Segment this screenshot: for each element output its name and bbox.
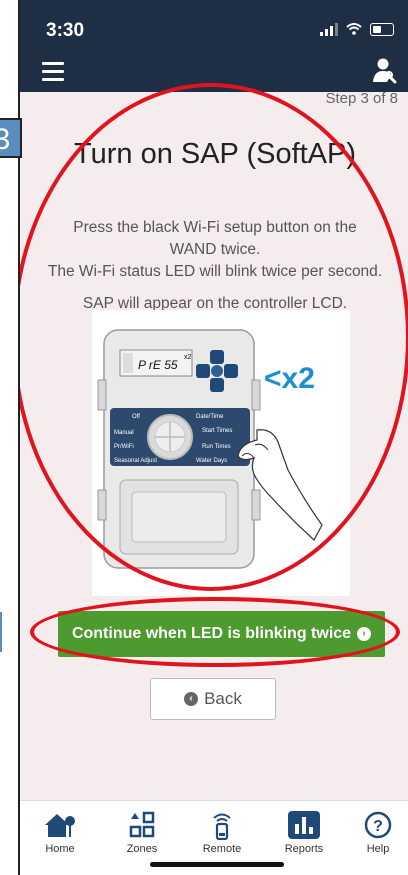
hamburger-icon[interactable]: [42, 62, 64, 86]
signal-icon: [320, 22, 338, 36]
dial-label-wifi: Pr/WiFi: [114, 444, 134, 450]
right-label-water: Water Days: [196, 458, 227, 464]
nav-item-help[interactable]: ? Help: [348, 809, 408, 855]
side-mark: [0, 612, 2, 652]
chevron-left-circle-icon: ‹: [184, 692, 199, 706]
instruction-line-2: The Wi-Fi status LED will blink twice pe…: [47, 263, 383, 280]
nav-label-zones: Zones: [126, 843, 158, 855]
step-indicator: Step 3 of 8: [325, 90, 398, 107]
help-icon: ?: [364, 811, 392, 839]
right-label-start: Start Times: [202, 428, 232, 434]
svg-text:?: ?: [373, 818, 383, 835]
app-screen: 3:30 Step 3 of 8 Turn on SAP (SoftAP) Pr…: [18, 0, 408, 875]
continue-button-label: Continue when LED is blinking twice: [71, 625, 352, 642]
nav-item-zones[interactable]: Zones: [112, 809, 172, 855]
zones-icon: [129, 811, 155, 838]
chevron-right-circle-icon: ›: [357, 627, 372, 641]
nav-label-home: Home: [45, 843, 75, 855]
back-button-label: Back: [204, 689, 242, 708]
page-title: Turn on SAP (SoftAP): [73, 138, 357, 170]
home-icon: [45, 814, 75, 837]
dial-label-manual: Manual: [114, 430, 134, 436]
dial-label-seasonal: Seasonal Adjust: [114, 458, 157, 464]
nav-item-home[interactable]: Home: [30, 809, 90, 855]
wifi-icon: [346, 23, 362, 35]
nav-item-reports[interactable]: Reports: [274, 809, 334, 855]
continue-button[interactable]: Continue when LED is blinking twice ›: [58, 611, 385, 657]
nav-label-help: Help: [366, 843, 390, 855]
nav-label-reports: Reports: [284, 843, 324, 855]
nav-label-remote: Remote: [202, 843, 242, 855]
status-time: 3:30: [46, 20, 85, 41]
status-icons: [320, 22, 394, 36]
battery-icon: [370, 22, 394, 36]
user-wrench-icon[interactable]: [372, 56, 398, 84]
instruction-line-1: Press the black Wi-Fi setup button on th…: [73, 219, 357, 258]
controller-illustration: P rE 55 x2 <x2 Off Manual Pr/WiFi Season…: [92, 310, 350, 596]
reports-icon: [288, 811, 320, 839]
remote-icon: [213, 813, 231, 840]
right-label-run: Run Times: [202, 444, 231, 450]
top-bar: 3:30: [20, 0, 408, 92]
lcd-superscript: x2: [184, 354, 192, 361]
back-button[interactable]: ‹ Back: [150, 678, 276, 720]
annotation-step-number: 3: [0, 118, 22, 158]
nav-item-remote[interactable]: Remote: [192, 809, 252, 855]
dial-label-off: Off: [132, 414, 140, 420]
instructions: Press the black Wi-Fi setup button on th…: [20, 217, 408, 315]
lcd-text: P rE 55: [138, 358, 178, 372]
right-label-date: Date/Time: [196, 414, 224, 420]
home-indicator: [150, 862, 284, 867]
callout-x2: <x2: [264, 362, 315, 395]
